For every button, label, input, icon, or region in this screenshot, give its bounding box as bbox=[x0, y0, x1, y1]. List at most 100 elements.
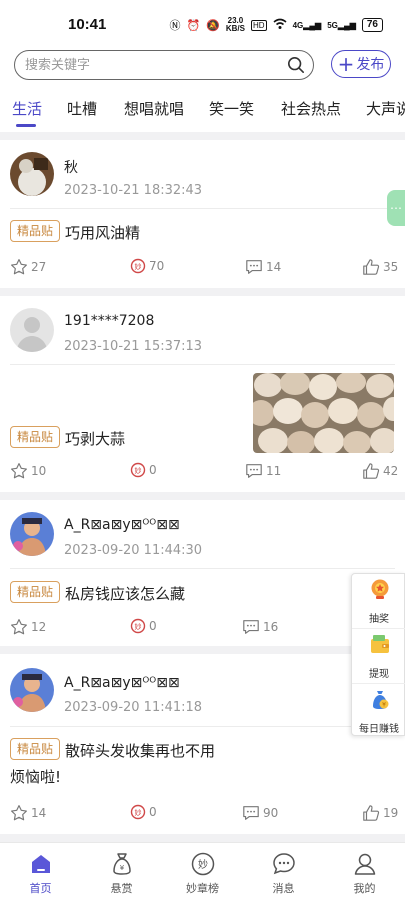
avatar[interactable] bbox=[10, 308, 54, 352]
post-card[interactable]: 秋 2023-10-21 18:32:43 精品贴 巧用风油精 27 妙 70 … bbox=[0, 140, 405, 288]
speed-unit: KB/S bbox=[225, 24, 245, 33]
post-time: 2023-09-20 11:44:30 bbox=[64, 543, 203, 558]
search-input[interactable] bbox=[25, 56, 275, 74]
like-stat[interactable]: 35 bbox=[362, 258, 398, 276]
coin-count: 0 bbox=[149, 619, 157, 633]
coin-count: 70 bbox=[149, 259, 165, 273]
nfc-icon: Ⓝ bbox=[169, 20, 181, 32]
tab-laugh[interactable]: 笑一笑 bbox=[209, 98, 254, 119]
nav-label: 首页 bbox=[29, 882, 52, 895]
post-username[interactable]: A_R⊠a⊠y⊠ᴼᴼ⊠⊠ bbox=[64, 517, 180, 533]
post-divider bbox=[10, 364, 395, 365]
post-title[interactable]: 私房钱应该怎么藏 bbox=[65, 583, 185, 604]
publish-button[interactable]: + 发布 bbox=[331, 50, 391, 78]
search-icon[interactable] bbox=[287, 56, 305, 74]
post-card[interactable]: A_R⊠a⊠y⊠ᴼᴼ⊠⊠ 2023-09-20 11:44:30 精品贴 私房钱… bbox=[0, 500, 405, 646]
side-item-daily-earn[interactable]: ¥ 每日赚钱 bbox=[352, 684, 405, 738]
like-stat[interactable]: 42 bbox=[362, 462, 398, 480]
like-stat[interactable]: 19 bbox=[362, 804, 398, 822]
tab-complain[interactable]: 吐槽 bbox=[67, 98, 97, 119]
post-card[interactable]: A_R⊠a⊠y⊠ᴼᴼ⊠⊠ 2023-09-20 11:41:18 精品贴 散碎头… bbox=[0, 654, 405, 834]
nav-label: 消息 bbox=[272, 882, 295, 895]
ranking-icon: 妙 bbox=[191, 852, 215, 876]
favorite-stat[interactable]: 27 bbox=[10, 258, 46, 276]
featured-badge: 精品贴 bbox=[10, 581, 61, 603]
signal-4g-icon: 4G▂▄▆ bbox=[292, 20, 322, 30]
comment-stat[interactable]: 16 bbox=[242, 618, 278, 636]
divider bbox=[0, 834, 405, 842]
comment-stat[interactable]: 90 bbox=[242, 804, 278, 822]
post-thumbnail[interactable] bbox=[253, 373, 394, 453]
favorite-stat[interactable]: 12 bbox=[10, 618, 46, 636]
nav-reward[interactable]: ¥ 悬赏 bbox=[81, 843, 162, 900]
home-icon bbox=[32, 855, 50, 873]
tab-speak-out[interactable]: 大声说 bbox=[366, 98, 405, 119]
floating-menu-tab[interactable]: ⋯ bbox=[387, 190, 405, 226]
like-count: 35 bbox=[383, 260, 399, 274]
post-title-line2[interactable]: 烦恼啦! bbox=[10, 766, 61, 787]
post-divider bbox=[10, 568, 395, 569]
star-icon bbox=[11, 619, 27, 635]
post-title[interactable]: 散碎头发收集再也不用 bbox=[65, 740, 215, 761]
coin-icon: 妙 bbox=[130, 804, 146, 820]
coin-stat[interactable]: 妙 0 bbox=[130, 462, 157, 478]
publish-label: 发布 bbox=[356, 57, 385, 73]
side-item-label: 抽奖 bbox=[369, 614, 389, 625]
search-box[interactable] bbox=[14, 50, 314, 80]
bottom-nav: 首页 ¥ 悬赏 妙 妙章榜 消息 我的 bbox=[0, 842, 405, 900]
tab-social-hot[interactable]: 社会热点 bbox=[281, 98, 341, 119]
svg-text:妙: 妙 bbox=[135, 622, 142, 631]
thumbs-up-icon bbox=[363, 805, 380, 821]
coin-count: 0 bbox=[149, 805, 157, 819]
nav-home[interactable]: 首页 bbox=[0, 843, 81, 900]
alarm-icon: ⏰ bbox=[186, 19, 201, 32]
avatar[interactable] bbox=[10, 668, 54, 712]
coin-stat[interactable]: 妙 70 bbox=[130, 258, 164, 274]
post-title[interactable]: 巧剥大蒜 bbox=[65, 428, 125, 449]
category-tabs: 生活 吐槽 想唱就唱 笑一笑 社会热点 大声说 bbox=[0, 98, 405, 128]
coin-stat[interactable]: 妙 0 bbox=[130, 618, 157, 634]
wallet-icon bbox=[371, 635, 389, 653]
nav-profile[interactable]: 我的 bbox=[324, 843, 405, 900]
post-title[interactable]: 巧用风油精 bbox=[65, 222, 140, 243]
comment-icon bbox=[246, 464, 262, 478]
mute-icon: 🔕 bbox=[206, 19, 220, 32]
featured-badge: 精品贴 bbox=[10, 426, 61, 448]
divider bbox=[0, 492, 405, 500]
favorite-stat[interactable]: 10 bbox=[10, 462, 46, 480]
svg-text:¥: ¥ bbox=[382, 702, 386, 709]
divider bbox=[0, 288, 405, 296]
hd-indicator: HD bbox=[251, 19, 267, 31]
svg-text:¥: ¥ bbox=[120, 864, 125, 872]
comment-stat[interactable]: 11 bbox=[245, 462, 281, 480]
favorite-stat[interactable]: 14 bbox=[10, 804, 46, 822]
post-card[interactable]: 191****7208 2023-10-21 15:37:13 精品贴 巧剥大蒜… bbox=[0, 296, 405, 492]
signal-4g-label: 4G bbox=[292, 20, 304, 30]
post-username[interactable]: A_R⊠a⊠y⊠ᴼᴼ⊠⊠ bbox=[64, 675, 180, 691]
favorite-count: 14 bbox=[31, 806, 47, 820]
tab-life[interactable]: 生活 bbox=[12, 98, 42, 119]
favorite-count: 12 bbox=[31, 620, 47, 634]
tab-sing[interactable]: 想唱就唱 bbox=[124, 98, 184, 119]
post-username[interactable]: 秋 bbox=[64, 157, 78, 177]
comment-stat[interactable]: 14 bbox=[245, 258, 281, 276]
side-item-lottery[interactable]: 抽奖 bbox=[352, 574, 405, 628]
comment-count: 16 bbox=[263, 620, 279, 634]
post-username[interactable]: 191****7208 bbox=[64, 313, 154, 329]
comment-count: 90 bbox=[263, 806, 279, 820]
divider bbox=[0, 132, 405, 140]
side-item-withdraw[interactable]: 提现 bbox=[352, 629, 405, 683]
star-icon bbox=[11, 805, 27, 821]
battery-level: 76 bbox=[366, 19, 378, 30]
avatar[interactable] bbox=[10, 152, 54, 196]
comment-icon bbox=[243, 806, 259, 820]
network-speed: 23.0 KB/S bbox=[226, 17, 245, 33]
post-time: 2023-09-20 11:41:18 bbox=[64, 700, 203, 715]
svg-text:妙: 妙 bbox=[135, 262, 142, 271]
coin-stat[interactable]: 妙 0 bbox=[130, 804, 157, 820]
divider bbox=[0, 646, 405, 654]
nav-ranking[interactable]: 妙 妙章榜 bbox=[162, 843, 243, 900]
nav-messages[interactable]: 消息 bbox=[243, 843, 324, 900]
side-item-label: 提现 bbox=[369, 669, 389, 680]
avatar[interactable] bbox=[10, 512, 54, 556]
